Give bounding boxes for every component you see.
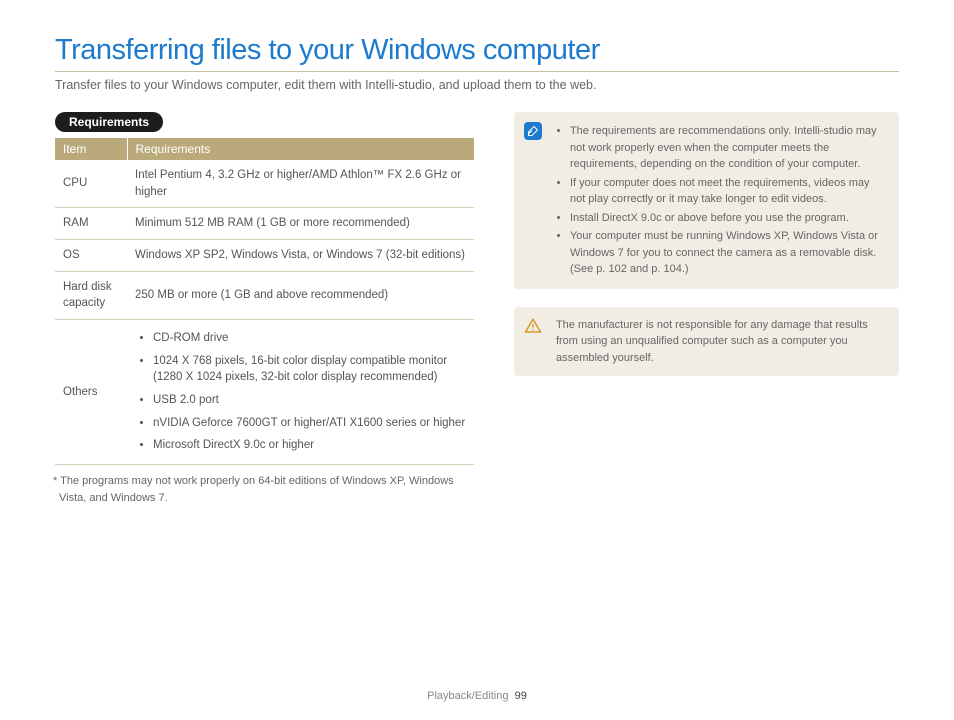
cell-req: Intel Pentium 4, 3.2 GHz or higher/AMD A… bbox=[127, 160, 474, 208]
note-icon bbox=[524, 122, 542, 140]
list-item: CD-ROM drive bbox=[153, 327, 466, 350]
left-column: Requirements Item Requirements CPU Intel… bbox=[55, 112, 474, 506]
section-label-requirements: Requirements bbox=[55, 112, 163, 132]
page-title: Transferring files to your Windows compu… bbox=[55, 34, 899, 72]
table-head-req: Requirements bbox=[127, 138, 474, 160]
table-head-item: Item bbox=[55, 138, 127, 160]
footer-section: Playback/Editing bbox=[427, 690, 508, 702]
warning-text: The manufacturer is not responsible for … bbox=[556, 319, 868, 364]
cell-item: Hard disk capacity bbox=[55, 271, 127, 319]
table-row-others: Others CD-ROM drive 1024 X 768 pixels, 1… bbox=[55, 320, 474, 465]
table-row: CPU Intel Pentium 4, 3.2 GHz or higher/A… bbox=[55, 160, 474, 208]
cell-item: Others bbox=[55, 320, 127, 465]
note-item: Your computer must be running Windows XP… bbox=[570, 227, 887, 279]
warning-box: The manufacturer is not responsible for … bbox=[514, 307, 899, 377]
footer-page: 99 bbox=[515, 690, 527, 702]
list-item: USB 2.0 port bbox=[153, 389, 466, 412]
table-row: Hard disk capacity 250 MB or more (1 GB … bbox=[55, 271, 474, 319]
cell-req: Minimum 512 MB RAM (1 GB or more recomme… bbox=[127, 208, 474, 240]
list-item: nVIDIA Geforce 7600GT or higher/ATI X160… bbox=[153, 412, 466, 435]
intro-text: Transfer files to your Windows computer,… bbox=[55, 78, 899, 92]
note-item: If your computer does not meet the requi… bbox=[570, 174, 887, 209]
right-column: The requirements are recommendations onl… bbox=[514, 112, 899, 506]
cell-item: OS bbox=[55, 240, 127, 272]
note-box: The requirements are recommendations onl… bbox=[514, 112, 899, 289]
footnote: * The programs may not work properly on … bbox=[55, 473, 474, 506]
page-footer: Playback/Editing 99 bbox=[0, 690, 954, 702]
list-item: 1024 X 768 pixels, 16-bit color display … bbox=[153, 350, 466, 389]
cell-item: CPU bbox=[55, 160, 127, 208]
cell-req: Windows XP SP2, Windows Vista, or Window… bbox=[127, 240, 474, 272]
requirements-table: Item Requirements CPU Intel Pentium 4, 3… bbox=[55, 138, 474, 465]
cell-item: RAM bbox=[55, 208, 127, 240]
table-row: RAM Minimum 512 MB RAM (1 GB or more rec… bbox=[55, 208, 474, 240]
note-item: The requirements are recommendations onl… bbox=[570, 122, 887, 174]
cell-req: 250 MB or more (1 GB and above recommend… bbox=[127, 271, 474, 319]
list-item: Microsoft DirectX 9.0c or higher bbox=[153, 434, 466, 457]
note-item: Install DirectX 9.0c or above before you… bbox=[570, 209, 887, 228]
table-row: OS Windows XP SP2, Windows Vista, or Win… bbox=[55, 240, 474, 272]
cell-req-list: CD-ROM drive 1024 X 768 pixels, 16-bit c… bbox=[127, 320, 474, 465]
warning-icon bbox=[524, 317, 542, 335]
